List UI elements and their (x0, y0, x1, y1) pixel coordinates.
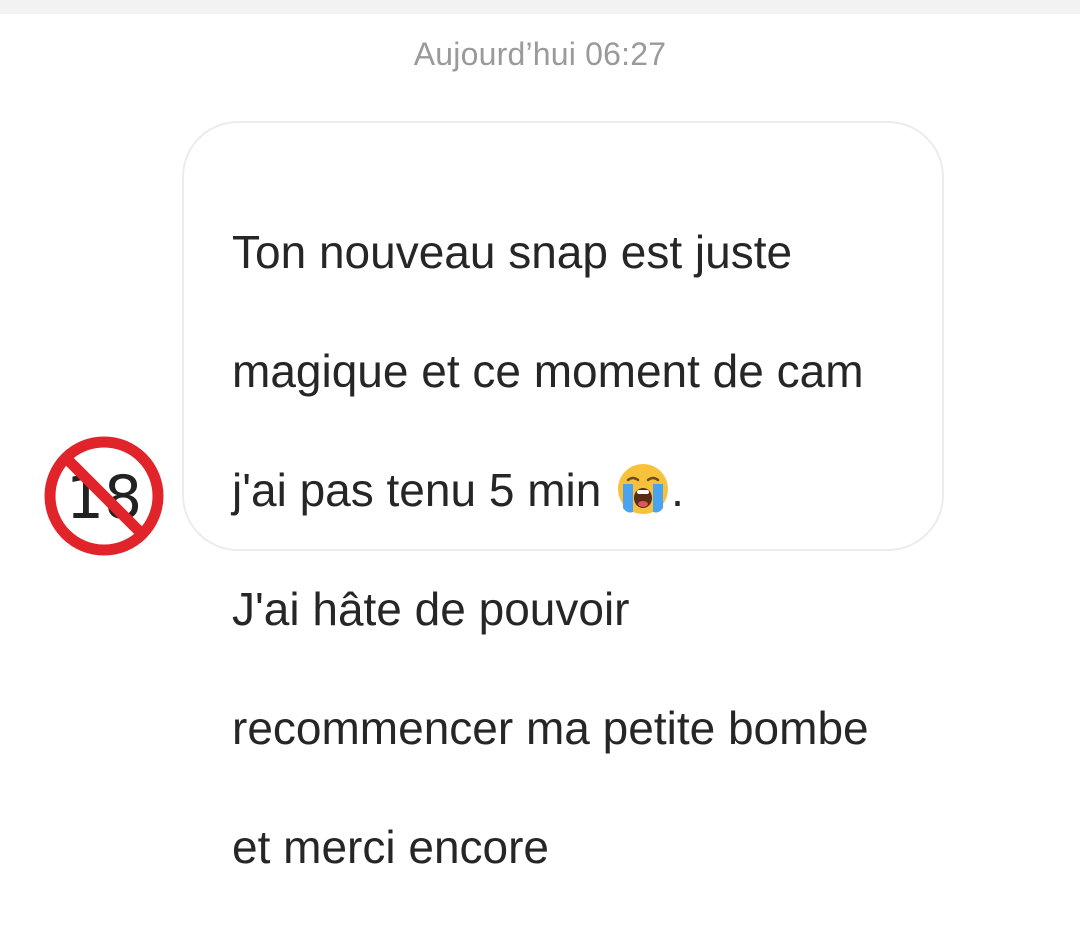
status-area (0, 0, 1080, 14)
message-line: magique et ce moment de cam (232, 344, 864, 397)
message-timestamp: Aujourd’hui 06:27 (413, 36, 667, 72)
message-line-text: . (671, 463, 684, 516)
message-line: J'ai hâte de pouvoir (232, 582, 630, 635)
message-line-text: j'ai pas tenu 5 min (232, 463, 615, 516)
message-line: recommencer ma petite bombe (232, 701, 869, 754)
no-one-under-eighteen-icon[interactable]: 18 (44, 436, 164, 556)
message-text: Ton nouveau snap est juste magique et ce… (232, 163, 922, 937)
message-line: Ton nouveau snap est juste (232, 225, 793, 278)
message-line: j'ai pas tenu 5 min . (232, 461, 922, 521)
message-bubble[interactable]: Ton nouveau snap est juste magique et ce… (182, 121, 944, 873)
message-line: et merci encore (232, 820, 550, 873)
loudly-crying-face-icon (618, 463, 669, 514)
